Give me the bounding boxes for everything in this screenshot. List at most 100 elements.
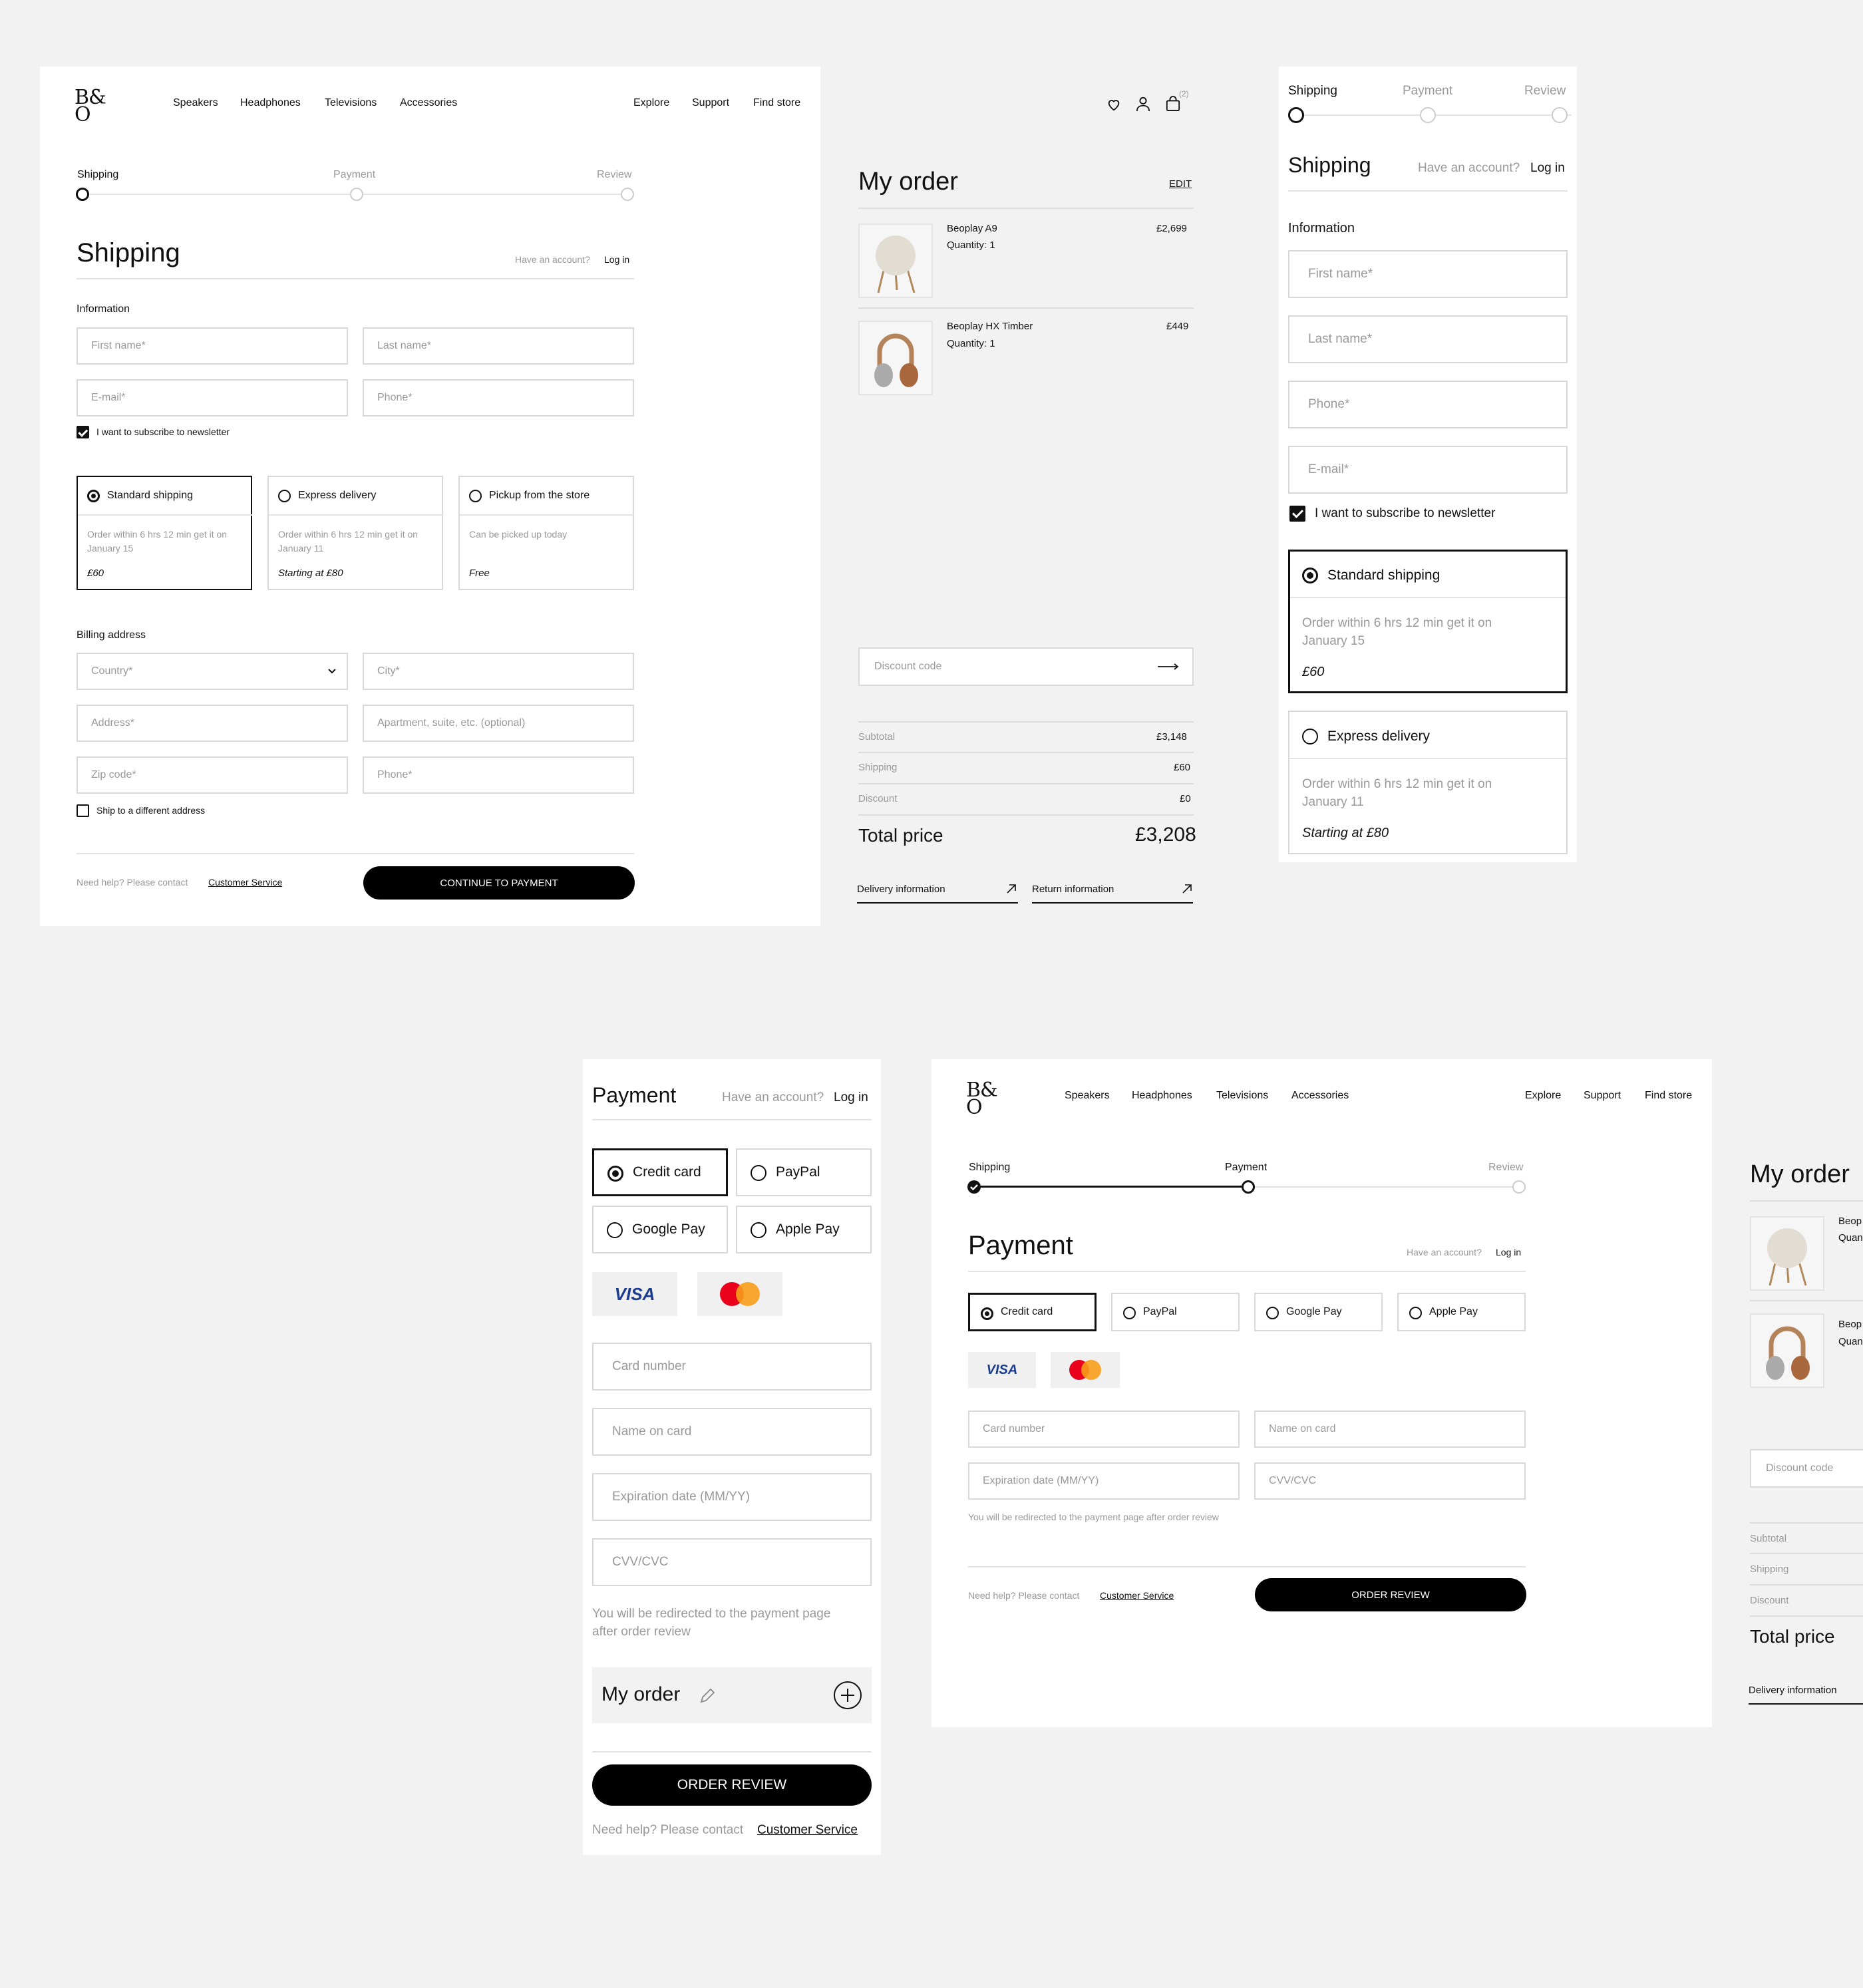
card-number-input[interactable]: Card number [968,1410,1240,1448]
discount-code-input[interactable]: Discount code [1750,1449,1863,1488]
heart-icon[interactable] [1106,97,1121,112]
login-link[interactable]: Log in [604,254,629,265]
nav-explore[interactable]: Explore [633,97,669,109]
arrow-right-icon[interactable] [1158,663,1179,670]
login-link[interactable]: Log in [834,1090,868,1105]
bag-icon[interactable] [1166,96,1180,112]
last-name-input[interactable]: Last name* [1288,315,1568,363]
return-info-link[interactable]: Return information [1032,884,1114,895]
radio-pickup[interactable] [469,490,482,502]
ship-different-checkbox[interactable] [77,804,89,817]
phone-input[interactable]: Phone* [1288,381,1568,428]
payment-apple-pay[interactable]: Apple Pay [736,1206,872,1253]
login-link[interactable]: Log in [1496,1247,1521,1257]
shipping-option-express[interactable]: Express delivery Order within 6 hrs 12 m… [1288,711,1568,854]
customer-service-link[interactable]: Customer Service [1100,1590,1174,1601]
method-label: Apple Pay [776,1222,840,1237]
radio-express[interactable] [1302,729,1318,745]
radio-google-pay[interactable] [1266,1307,1279,1319]
nav-televisions[interactable]: Televisions [325,97,377,109]
nav-find-store[interactable]: Find store [753,97,800,109]
nav-find-store[interactable]: Find store [1645,1090,1692,1102]
radio-apple-pay[interactable] [1409,1307,1422,1319]
radio-express[interactable] [278,490,291,502]
summary-divider [858,752,1194,753]
apartment-input[interactable]: Apartment, suite, etc. (optional) [363,705,634,742]
phone-input[interactable]: Phone* [363,379,634,416]
option-desc: Can be picked up today [469,529,568,540]
nav-televisions[interactable]: Televisions [1216,1090,1268,1102]
nav-accessories[interactable]: Accessories [1291,1090,1349,1102]
payment-credit-card[interactable]: Credit card [968,1293,1097,1331]
account-prompt: Have an account? [515,254,590,265]
discount-label: Discount [858,793,898,804]
zip-input[interactable]: Zip code* [77,756,348,794]
name-on-card-input[interactable]: Name on card [592,1408,872,1456]
pencil-icon[interactable] [699,1687,716,1705]
city-input[interactable]: City* [363,653,634,690]
delivery-info-link[interactable]: Delivery information [857,884,945,895]
shipping-option-pickup[interactable]: Pickup from the store Can be picked up t… [458,476,634,590]
continue-to-payment-button[interactable]: CONTINUE TO PAYMENT [363,866,635,900]
nav-explore[interactable]: Explore [1525,1090,1561,1102]
nav-accessories[interactable]: Accessories [400,97,457,109]
nav-headphones[interactable]: Headphones [240,97,301,109]
user-icon[interactable] [1136,96,1150,112]
nav-speakers[interactable]: Speakers [173,97,218,109]
mobile-order-summary[interactable]: My order [592,1667,872,1723]
email-input[interactable]: E-mail* [77,379,348,416]
brand-logo[interactable]: B& O [75,88,106,124]
nav-speakers[interactable]: Speakers [1065,1090,1110,1102]
mastercard-icon [1069,1360,1101,1380]
last-name-input[interactable]: Last name* [363,327,634,365]
shipping-option-standard[interactable]: Standard shipping Order within 6 hrs 12 … [77,476,252,590]
payment-paypal[interactable]: PayPal [1111,1293,1240,1331]
cvv-input[interactable]: CVV/CVC [592,1538,872,1586]
edit-order-link[interactable]: EDIT [1169,178,1192,190]
plus-circle-icon[interactable] [833,1681,862,1710]
discount-code-input[interactable]: Discount code [858,647,1194,686]
nav-headphones[interactable]: Headphones [1132,1090,1192,1102]
desktop-shipping-frame: B& O Speakers Headphones Televisions Acc… [40,67,1228,926]
shipping-option-standard[interactable]: Standard shipping Order within 6 hrs 12 … [1288,550,1568,693]
radio-credit-card[interactable] [607,1166,623,1182]
billing-phone-input[interactable]: Phone* [363,756,634,794]
payment-paypal[interactable]: PayPal [736,1148,872,1196]
order-review-button[interactable]: ORDER REVIEW [1255,1578,1526,1611]
login-link[interactable]: Log in [1530,161,1565,176]
newsletter-checkbox[interactable] [1289,506,1305,522]
radio-apple-pay[interactable] [751,1222,766,1238]
country-select[interactable]: Country* [77,653,348,690]
payment-credit-card[interactable]: Credit card [592,1148,728,1196]
brand-logo[interactable]: B& O [966,1080,998,1117]
delivery-info-link[interactable]: Delivery information [1749,1685,1837,1696]
radio-standard[interactable] [1302,568,1318,583]
step-shipping: Shipping [1288,84,1337,98]
payment-google-pay[interactable]: Google Pay [592,1206,728,1253]
shipping-option-express[interactable]: Express delivery Order within 6 hrs 12 m… [267,476,443,590]
expiry-input[interactable]: Expiration date (MM/YY) [968,1462,1240,1500]
name-on-card-input[interactable]: Name on card [1254,1410,1526,1448]
payment-google-pay[interactable]: Google Pay [1254,1293,1383,1331]
cvv-input[interactable]: CVV/CVC [1254,1462,1526,1500]
radio-google-pay[interactable] [607,1222,623,1238]
email-input[interactable]: E-mail* [1288,446,1568,494]
order-review-button[interactable]: ORDER REVIEW [592,1764,872,1806]
item-name: Beoplay HX Timber [947,321,1033,332]
address-input[interactable]: Address* [77,705,348,742]
item-price: £2,699 [1156,223,1187,234]
newsletter-checkbox[interactable] [77,426,89,438]
customer-service-link[interactable]: Customer Service [757,1823,858,1838]
expiry-input[interactable]: Expiration date (MM/YY) [592,1473,872,1521]
radio-paypal[interactable] [1123,1307,1136,1319]
radio-paypal[interactable] [751,1165,766,1181]
customer-service-link[interactable]: Customer Service [208,877,282,888]
radio-standard[interactable] [87,490,100,502]
payment-apple-pay[interactable]: Apple Pay [1397,1293,1526,1331]
nav-support[interactable]: Support [1584,1090,1621,1102]
first-name-input[interactable]: First name* [1288,250,1568,298]
card-number-input[interactable]: Card number [592,1343,872,1391]
first-name-input[interactable]: First name* [77,327,348,365]
radio-credit-card[interactable] [981,1307,993,1320]
nav-support[interactable]: Support [692,97,729,109]
